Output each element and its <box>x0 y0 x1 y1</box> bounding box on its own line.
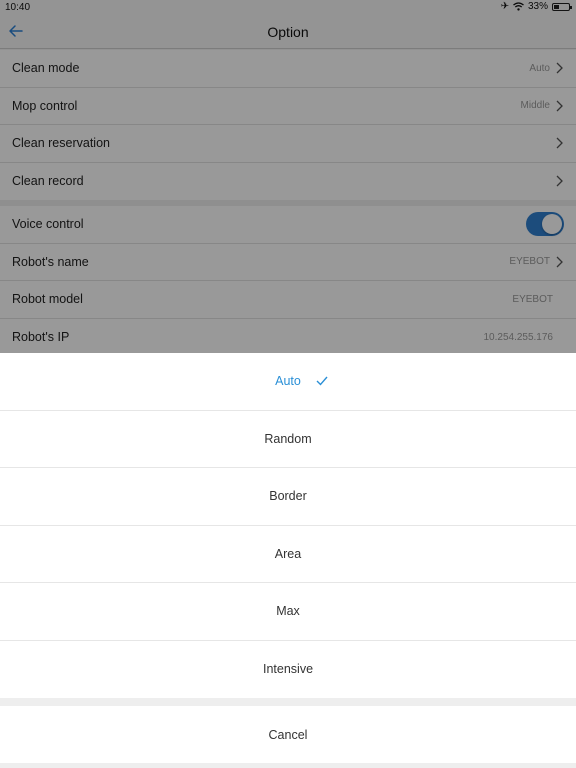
sheet-option-label: Intensive <box>262 662 314 677</box>
checkmark-icon <box>316 375 328 386</box>
sheet-option-label: Random <box>264 431 312 446</box>
clean-mode-action-sheet: Auto Random Border Area Max Intensive Cancel <box>0 353 576 768</box>
sheet-option-random[interactable]: Random <box>0 411 576 468</box>
sheet-option-intensive[interactable]: Intensive <box>0 641 576 699</box>
sheet-option-label: Border <box>269 489 307 504</box>
cancel-button[interactable]: Cancel <box>0 706 576 763</box>
sheet-option-border[interactable]: Border <box>0 468 576 526</box>
dim-overlay[interactable] <box>0 0 576 353</box>
sheet-options: Auto Random Border Area Max Intensive <box>0 353 576 698</box>
sheet-option-max[interactable]: Max <box>0 583 576 641</box>
sheet-option-area[interactable]: Area <box>0 526 576 583</box>
sheet-option-label: Auto <box>275 374 301 389</box>
sheet-option-label: Max <box>276 604 300 619</box>
sheet-option-label: Area <box>274 546 302 561</box>
sheet-divider <box>0 698 576 706</box>
sheet-option-auto[interactable]: Auto <box>0 353 576 411</box>
